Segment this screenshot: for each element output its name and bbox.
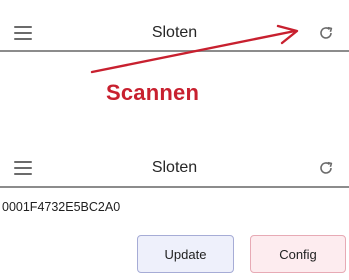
page-title: Sloten <box>151 159 198 176</box>
device-id-label[interactable]: 0001F4732E5BC2A0 <box>2 200 120 214</box>
scan-annotation-label: Scannen <box>106 80 200 105</box>
refresh-icon[interactable] <box>317 24 335 42</box>
top-app-bar: Sloten <box>0 16 349 52</box>
config-button[interactable]: Config <box>250 235 346 273</box>
bottom-app-bar: Sloten <box>0 150 349 188</box>
page-title: Sloten <box>151 24 198 41</box>
refresh-icon[interactable] <box>317 159 335 177</box>
update-button[interactable]: Update <box>137 235 234 273</box>
